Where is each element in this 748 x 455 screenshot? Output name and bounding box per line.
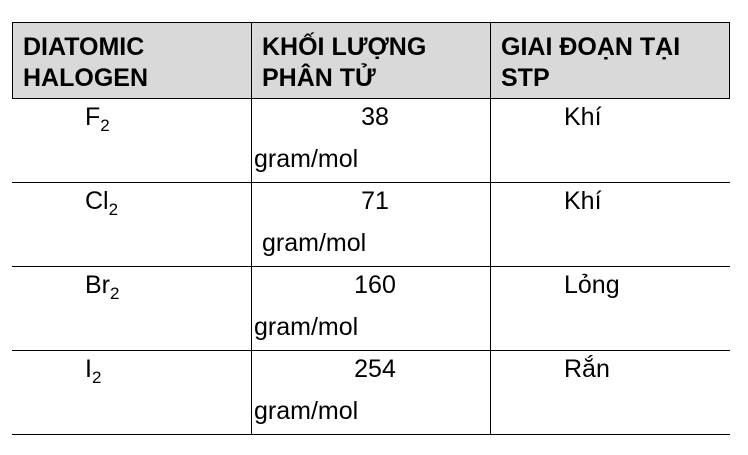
mass-unit: gram/mol — [254, 313, 359, 341]
mass-unit: gram/mol — [254, 397, 359, 425]
halogen-formula: I2 — [85, 354, 101, 387]
element-symbol: I — [85, 355, 92, 383]
header-phase-at-stp: GIAI ĐOẠN TẠI STP — [490, 23, 729, 98]
header-molecular-mass: KHỐI LƯỢNG PHÂN TỬ — [251, 23, 490, 98]
halogen-formula: F2 — [85, 102, 110, 135]
phase-value: Khí — [564, 187, 602, 215]
phase-value: Lỏng — [564, 271, 620, 299]
mass-cell: 71 gram/mol — [251, 183, 490, 266]
halogen-cell: I2 — [12, 351, 251, 434]
mass-cell: 160 gram/mol — [251, 267, 490, 350]
halogen-table: DIATOMIC HALOGEN KHỐI LƯỢNG PHÂN TỬ GIAI… — [12, 22, 730, 435]
halogen-formula: Br2 — [85, 270, 119, 303]
phase-cell: Khí — [490, 183, 730, 266]
mass-cell: 38 gram/mol — [251, 99, 490, 182]
header-diatomic-halogen: DIATOMIC HALOGEN — [23, 33, 148, 92]
halogen-cell: Br2 — [12, 267, 251, 350]
table-header-row: DIATOMIC HALOGEN KHỐI LƯỢNG PHÂN TỬ GIAI… — [12, 22, 730, 99]
table-row: Cl2 71 gram/mol Khí — [12, 183, 730, 267]
phase-cell: Khí — [490, 99, 730, 182]
phase-value: Rắn — [564, 355, 610, 383]
element-symbol: Cl — [85, 187, 109, 215]
table-row: F2 38 gram/mol Khí — [12, 99, 730, 183]
mass-value: 160 — [354, 271, 396, 299]
element-subscript: 2 — [110, 284, 120, 303]
element-subscript: 2 — [91, 368, 102, 387]
halogen-formula: Cl2 — [85, 186, 118, 219]
mass-unit: gram/mol — [254, 145, 359, 173]
element-symbol: Br — [85, 271, 110, 299]
halogen-cell: Cl2 — [12, 183, 251, 266]
element-symbol: F — [85, 103, 101, 131]
mass-value: 254 — [354, 355, 396, 383]
table-row: Br2 160 gram/mol Lỏng — [12, 267, 730, 351]
mass-value: 71 — [361, 187, 389, 215]
table-row: I2 254 gram/mol Rắn — [12, 351, 730, 435]
mass-cell: 254 gram/mol — [251, 351, 490, 434]
element-subscript: 2 — [100, 116, 110, 135]
phase-cell: Lỏng — [490, 267, 730, 350]
halogen-cell: F2 — [12, 99, 251, 182]
mass-unit: gram/mol — [262, 229, 367, 257]
phase-cell: Rắn — [490, 351, 730, 434]
phase-value: Khí — [564, 103, 602, 131]
mass-value: 38 — [361, 103, 389, 131]
element-subscript: 2 — [108, 200, 119, 219]
